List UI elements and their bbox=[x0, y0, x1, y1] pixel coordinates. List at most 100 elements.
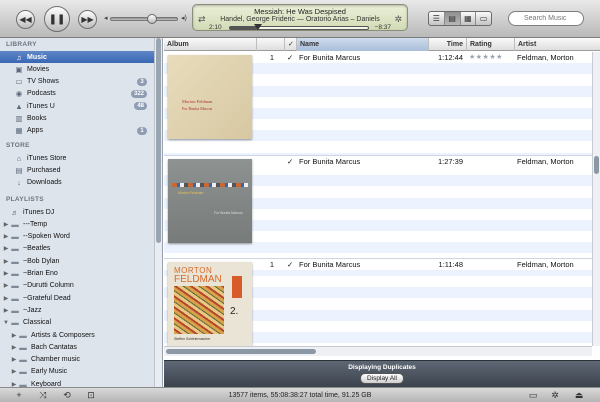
display-all-button[interactable]: Display All bbox=[360, 373, 404, 384]
genius-sidebar-button[interactable]: ✲ bbox=[548, 390, 562, 400]
playback-progress-bar[interactable] bbox=[229, 24, 369, 30]
airplay-button[interactable]: ▭ bbox=[526, 390, 540, 400]
tracklist-horizontal-scrollbar[interactable] bbox=[164, 346, 592, 356]
shuffle-button[interactable]: ⤨ bbox=[36, 390, 50, 400]
sidebar-item-classical[interactable]: ▼ ▬ Classical bbox=[0, 317, 155, 329]
grid-view-button[interactable]: ▦ bbox=[461, 12, 477, 25]
folder-icon: ▬ bbox=[19, 367, 27, 377]
elapsed-time: 2:10 bbox=[209, 24, 222, 31]
sidebar-item-podcasts[interactable]: ◉ Podcasts 322 bbox=[0, 88, 155, 100]
sidebar-item-label: ~Durutti Column bbox=[23, 282, 74, 290]
genius-lcd-icon[interactable]: ✲ bbox=[394, 14, 402, 25]
sidebar-item-beatles[interactable]: ▶ ▬ ~Beatles bbox=[0, 243, 155, 255]
sidebar-item-itunes-store[interactable]: ⌂ iTunes Store bbox=[0, 152, 155, 164]
artwork-label-block bbox=[232, 276, 242, 299]
column-rating[interactable]: Rating bbox=[466, 38, 514, 51]
disclosure-closed-icon[interactable]: ▶ bbox=[2, 307, 10, 314]
repeat-button[interactable]: ⟲ bbox=[60, 390, 74, 400]
sidebar-item-chamber-music[interactable]: ▶ ▬ Chamber music bbox=[0, 354, 155, 366]
disclosure-closed-icon[interactable]: ▶ bbox=[10, 344, 18, 351]
disclosure-open-icon[interactable]: ▼ bbox=[2, 320, 10, 326]
sidebar-item-apps[interactable]: ▦ Apps 1 bbox=[0, 125, 155, 137]
disclosure-closed-icon[interactable]: ▶ bbox=[2, 233, 10, 240]
purchased-icon: ▤ bbox=[15, 165, 23, 175]
playhead[interactable] bbox=[253, 24, 262, 30]
tracklist-vertical-thumb[interactable] bbox=[594, 156, 599, 174]
track-checkbox[interactable]: ✓ bbox=[287, 52, 297, 63]
grid-view-icon: ▦ bbox=[464, 14, 472, 23]
sidebar-item-label: ~Beatles bbox=[23, 245, 51, 253]
now-playing-title: Messiah: He Was Despised bbox=[254, 7, 346, 16]
sidebar-item-temp[interactable]: ▶ ▬ ---Temp bbox=[0, 218, 155, 230]
sidebar-item-bach-cantatas[interactable]: ▶ ▬ Bach Cantatas bbox=[0, 341, 155, 353]
previous-track-button[interactable]: ◀◀ bbox=[16, 10, 35, 29]
search-input[interactable] bbox=[508, 11, 584, 26]
folder-icon: ▬ bbox=[11, 219, 19, 229]
sidebar-item-spoken-word[interactable]: ▶ ▬ --Spoken Word bbox=[0, 231, 155, 243]
next-track-button[interactable]: ▶▶ bbox=[78, 10, 97, 29]
disclosure-closed-icon[interactable]: ▶ bbox=[2, 245, 10, 252]
disclosure-closed-icon[interactable]: ▶ bbox=[10, 332, 18, 339]
disclosure-closed-icon[interactable]: ▶ bbox=[2, 295, 10, 302]
eject-icon: ⏏ bbox=[574, 390, 584, 400]
sidebar-item-brian-eno[interactable]: ▶ ▬ ~Brian Eno bbox=[0, 268, 155, 280]
sidebar-item-early-music[interactable]: ▶ ▬ Early Music bbox=[0, 366, 155, 378]
artwork-text: Steffen Schleiermacher bbox=[174, 337, 211, 342]
sidebar-item-downloads[interactable]: ↓ Downloads bbox=[0, 177, 155, 189]
column-name[interactable]: Name bbox=[296, 38, 428, 51]
stripe-row bbox=[164, 142, 592, 153]
sidebar-item-label: Classical bbox=[23, 319, 52, 327]
album-list-view-button[interactable]: ▤ bbox=[444, 12, 461, 25]
sidebar-scroll-thumb[interactable] bbox=[156, 38, 161, 243]
disclosure-closed-icon[interactable]: ▶ bbox=[2, 270, 10, 277]
pause-button[interactable]: ❚❚ bbox=[44, 6, 70, 32]
folder-icon: ▬ bbox=[11, 293, 19, 303]
disclosure-closed-icon[interactable]: ▶ bbox=[2, 221, 10, 228]
view-switcher: ☰ ▤ ▦ ▭ bbox=[428, 11, 492, 26]
show-artwork-button[interactable]: ⊡ bbox=[84, 390, 98, 400]
sidebar-scrollbar[interactable] bbox=[154, 38, 162, 387]
now-playing-display: ⇄ Messiah: He Was Despised Handel, Georg… bbox=[192, 4, 408, 31]
sidebar-item-durutti-column[interactable]: ▶ ▬ ~Durutti Column bbox=[0, 280, 155, 292]
column-album[interactable]: Album bbox=[164, 38, 256, 51]
disclosure-closed-icon[interactable]: ▶ bbox=[2, 258, 10, 265]
sidebar-item-music[interactable]: ♫ Music bbox=[0, 51, 155, 63]
tracklist-vertical-scrollbar[interactable] bbox=[592, 52, 600, 346]
add-playlist-button[interactable]: + bbox=[12, 390, 26, 400]
sidebar-item-artists-composers[interactable]: ▶ ▬ Artists & Composers bbox=[0, 329, 155, 341]
sidebar-item-itunes-dj[interactable]: ♬ iTunes DJ bbox=[0, 206, 155, 218]
column-check[interactable]: ✓ bbox=[284, 38, 296, 51]
sidebar-item-movies[interactable]: ▣ Movies bbox=[0, 63, 155, 75]
eject-button[interactable]: ⏏ bbox=[572, 390, 586, 400]
sidebar-item-label: iTunes Store bbox=[27, 154, 67, 162]
disclosure-closed-icon[interactable]: ▶ bbox=[10, 368, 18, 375]
track-checkbox[interactable]: ✓ bbox=[287, 259, 297, 270]
sidebar-item-itunes-u[interactable]: ▲ iTunes U 48 bbox=[0, 100, 155, 112]
list-view-button[interactable]: ☰ bbox=[429, 12, 445, 25]
tracklist-horizontal-thumb[interactable] bbox=[166, 349, 316, 354]
folder-icon: ▬ bbox=[19, 342, 27, 352]
cover-flow-button[interactable]: ▭ bbox=[476, 12, 491, 25]
sidebar-item-books[interactable]: ▥ Books bbox=[0, 113, 155, 125]
sidebar-item-tv-shows[interactable]: ▭ TV Shows 3 bbox=[0, 76, 155, 88]
column-number[interactable] bbox=[256, 38, 284, 51]
sidebar-item-grateful-dead[interactable]: ▶ ▬ ~Grateful Dead bbox=[0, 292, 155, 304]
track-checkbox[interactable]: ✓ bbox=[287, 156, 297, 167]
sidebar-item-bob-dylan[interactable]: ▶ ▬ ~Bob Dylan bbox=[0, 255, 155, 267]
column-artist[interactable]: Artist bbox=[514, 38, 592, 51]
album-artwork[interactable]: Morton Feldman For Bunita Marcus bbox=[168, 55, 252, 139]
duplicates-label: Displaying Duplicates bbox=[348, 364, 416, 371]
volume-slider[interactable] bbox=[110, 14, 178, 24]
volume-knob[interactable] bbox=[146, 14, 157, 24]
sidebar-item-purchased[interactable]: ▤ Purchased bbox=[0, 164, 155, 176]
disclosure-closed-icon[interactable]: ▶ bbox=[10, 356, 18, 363]
album-artwork[interactable]: MORTON FELDMAN 2. Steffen Schleiermacher bbox=[168, 262, 252, 347]
sidebar-item-keyboard[interactable]: ▶ ▬ Keyboard bbox=[0, 378, 155, 387]
sidebar-item-jazz[interactable]: ▶ ▬ ~Jazz bbox=[0, 304, 155, 316]
column-time[interactable]: Time bbox=[428, 38, 466, 51]
disclosure-closed-icon[interactable]: ▶ bbox=[2, 282, 10, 289]
album-artwork[interactable]: Morton Feldman For Bunita Marcus bbox=[168, 158, 252, 243]
track-rating[interactable]: ★★★★★ bbox=[469, 52, 503, 63]
artwork-text: Morton Feldman bbox=[182, 99, 213, 104]
plus-icon: + bbox=[16, 390, 22, 400]
